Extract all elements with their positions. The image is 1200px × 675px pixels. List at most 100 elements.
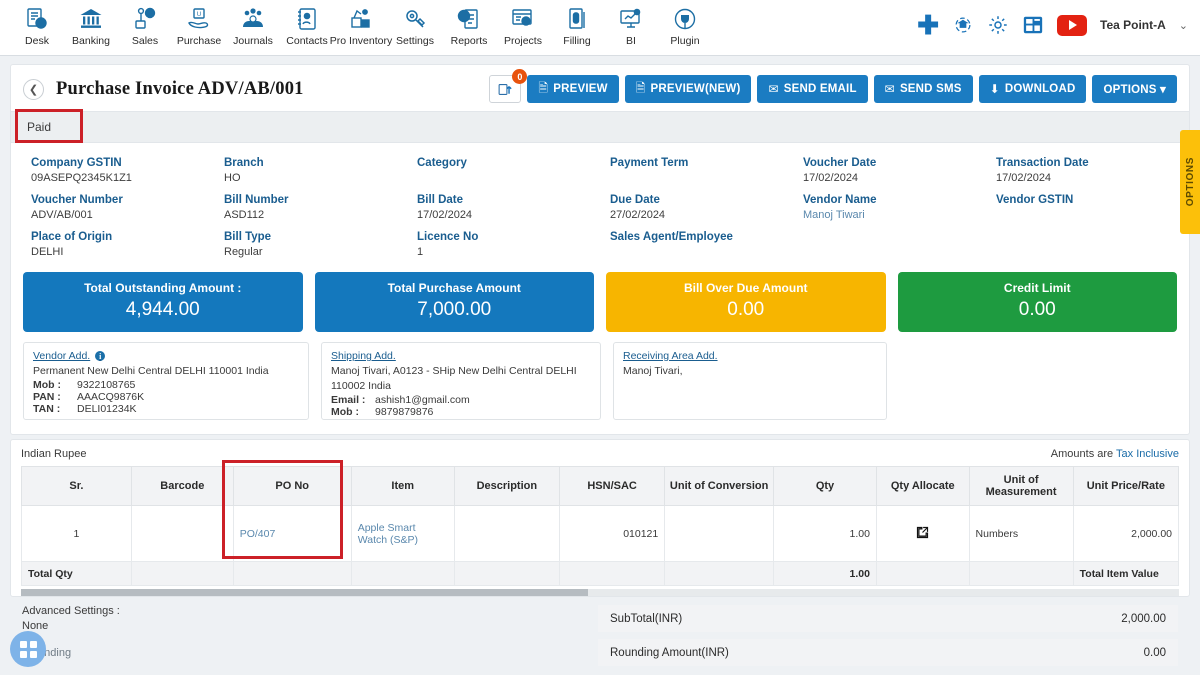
nav-item-filling[interactable]: Filling bbox=[550, 3, 604, 47]
nav-item-journals[interactable]: Journals bbox=[226, 3, 280, 47]
total-empty-6 bbox=[664, 561, 774, 586]
total-empty-2 bbox=[232, 561, 352, 586]
field-bill-date: Bill Date 17/02/2024 bbox=[407, 194, 600, 221]
preview-new-doc-icon: 🗎 bbox=[635, 80, 646, 95]
col-item: Item bbox=[350, 466, 455, 506]
nav-item-banking[interactable]: Banking bbox=[64, 3, 118, 47]
chevron-down-icon[interactable]: ⌄ bbox=[1179, 19, 1188, 32]
row-key: Mob : bbox=[33, 379, 61, 392]
nav-item-bi[interactable]: BI bbox=[604, 3, 658, 47]
upload-badge-count: 0 bbox=[512, 69, 528, 84]
options-side-tab[interactable]: OPTIONS bbox=[1180, 130, 1200, 234]
items-horizontal-scrollbar[interactable] bbox=[21, 589, 1179, 596]
total-empty-5 bbox=[558, 561, 666, 586]
download-button-label: DOWNLOAD bbox=[1004, 83, 1076, 95]
vendor-address-link[interactable]: Vendor Add. i bbox=[33, 350, 299, 362]
vendor-tan-row: TAN : DELI01234K bbox=[33, 403, 299, 415]
user-name-label[interactable]: Tea Point-A bbox=[1100, 18, 1166, 32]
row-key: TAN : bbox=[33, 403, 61, 416]
field-value: 1 bbox=[417, 246, 424, 258]
refresh-bank-icon[interactable] bbox=[952, 14, 974, 36]
card-title: Total Purchase Amount bbox=[387, 281, 521, 295]
nav-item-pro-inventory[interactable]: Pro Inventory bbox=[330, 3, 392, 47]
preview-button-label: PREVIEW bbox=[553, 83, 608, 95]
field-empty-1 bbox=[793, 231, 986, 258]
nav-item-purchase[interactable]: U Purchase bbox=[172, 3, 226, 47]
widget-launcher-button[interactable] bbox=[10, 631, 46, 667]
subtotal-amount: 2,000.00 bbox=[1121, 612, 1166, 625]
field-value[interactable]: Manoj Tiwari bbox=[803, 209, 986, 221]
gear-icon[interactable] bbox=[987, 14, 1009, 36]
send-email-button[interactable]: ✉ SEND EMAIL bbox=[757, 75, 868, 103]
nav-item-settings[interactable]: Settings bbox=[388, 3, 442, 47]
nav-item-sales[interactable]: Sales bbox=[118, 3, 172, 47]
vendor-address-line: Permanent New Delhi Central DELHI 110001… bbox=[33, 365, 269, 377]
vendor-pan-row: PAN : AAACQ9876K bbox=[33, 391, 299, 403]
upload-attachment-icon[interactable]: 0 bbox=[489, 69, 528, 103]
external-link-icon[interactable] bbox=[915, 526, 930, 543]
items-table-header-row: Sr. Barcode PO No Item Description HSN/S… bbox=[21, 466, 1180, 506]
field-label: Sales Agent/Employee bbox=[610, 231, 733, 243]
field-transaction-date: Transaction Date 17/02/2024 bbox=[986, 157, 1179, 184]
cell-barcode bbox=[130, 505, 234, 562]
cell-qty: 1.00 bbox=[773, 505, 877, 562]
send-sms-button[interactable]: ✉ SEND SMS bbox=[873, 75, 973, 103]
journals-icon bbox=[240, 6, 266, 32]
youtube-icon[interactable] bbox=[1057, 14, 1087, 36]
field-label: Branch bbox=[224, 157, 264, 169]
receiving-address-link[interactable]: Receiving Area Add. bbox=[623, 350, 877, 362]
shipping-mob-row: Mob : 9879879876 bbox=[331, 406, 591, 418]
items-card: Indian Rupee Amounts are Tax Inclusive S… bbox=[10, 439, 1190, 597]
field-company-gstin: Company GSTIN 09ASEPQ2345K1Z1 bbox=[21, 157, 214, 184]
cell-po-no: PO/407 bbox=[232, 505, 352, 562]
shipping-address-line: Manoj Tivari, A0123 - SHip New Delhi Cen… bbox=[331, 365, 577, 393]
reports-icon bbox=[456, 6, 482, 32]
field-voucher-number: Voucher Number ADV/AB/001 bbox=[21, 194, 214, 221]
col-unit-of-conversion: Unit of Conversion bbox=[664, 466, 774, 506]
chevron-left-icon[interactable]: ❮ bbox=[23, 78, 44, 100]
subtotal-line: SubTotal(INR) 2,000.00 bbox=[598, 605, 1178, 632]
field-value: 17/02/2024 bbox=[996, 172, 1052, 184]
preview-button[interactable]: 🗎 PREVIEW bbox=[527, 75, 619, 103]
shipping-address-link[interactable]: Shipping Add. bbox=[331, 350, 591, 362]
top-navigation-bar: Desk Banking Sales U Purchase Journals C… bbox=[0, 0, 1200, 56]
field-label: Payment Term bbox=[610, 157, 689, 169]
filling-icon bbox=[564, 6, 590, 32]
nav-item-plugin[interactable]: Plugin bbox=[658, 3, 712, 47]
row-value: DELI01234K bbox=[77, 403, 137, 416]
nav-item-label: Pro Inventory bbox=[329, 35, 393, 47]
options-button[interactable]: OPTIONS ▾ bbox=[1092, 75, 1177, 103]
currency-label: Indian Rupee bbox=[21, 448, 87, 460]
preview-new-button[interactable]: 🗎 PREVIEW(NEW) bbox=[624, 75, 752, 103]
field-value: ADV/AB/001 bbox=[31, 209, 93, 221]
plus-icon[interactable]: ✚ bbox=[917, 12, 939, 38]
nav-item-contacts[interactable]: Contacts bbox=[280, 3, 334, 47]
card-bill-over-due: Bill Over Due Amount 0.00 bbox=[606, 272, 886, 332]
nav-item-label: Settings bbox=[396, 35, 434, 47]
card-value: 0.00 bbox=[727, 299, 765, 320]
item-link[interactable]: Apple Smart Watch (S&P) bbox=[358, 522, 418, 546]
nav-item-label: Contacts bbox=[286, 35, 328, 47]
po-no-link[interactable]: PO/407 bbox=[240, 528, 276, 540]
preview-doc-icon: 🗎 bbox=[538, 80, 549, 95]
bank-icon bbox=[78, 6, 104, 32]
field-value: 17/02/2024 bbox=[417, 209, 473, 221]
total-qty-label: Total Qty bbox=[21, 561, 132, 586]
tax-inclusive-link[interactable]: Tax Inclusive bbox=[1116, 448, 1179, 460]
scrollbar-thumb[interactable] bbox=[21, 589, 589, 596]
col-description: Description bbox=[453, 466, 560, 506]
field-due-date: Due Date 27/02/2024 bbox=[600, 194, 793, 221]
card-value: 0.00 bbox=[1018, 299, 1056, 320]
nav-item-reports[interactable]: Reports bbox=[442, 3, 496, 47]
total-empty-4 bbox=[453, 561, 560, 586]
nav-item-desk[interactable]: Desk bbox=[10, 3, 64, 47]
advanced-settings-label: Advanced Settings : bbox=[22, 605, 120, 617]
field-vendor-name: Vendor Name Manoj Tiwari bbox=[793, 194, 986, 221]
info-icon[interactable]: i bbox=[95, 351, 106, 361]
col-sr: Sr. bbox=[21, 466, 132, 506]
nav-item-projects[interactable]: Projects bbox=[496, 3, 550, 47]
download-button[interactable]: ⬇ DOWNLOAD bbox=[978, 75, 1087, 103]
calculator-icon[interactable] bbox=[1022, 14, 1044, 36]
total-empty-8 bbox=[968, 561, 1074, 586]
shipping-email-row: Email : ashish1@gmail.com bbox=[331, 394, 591, 406]
